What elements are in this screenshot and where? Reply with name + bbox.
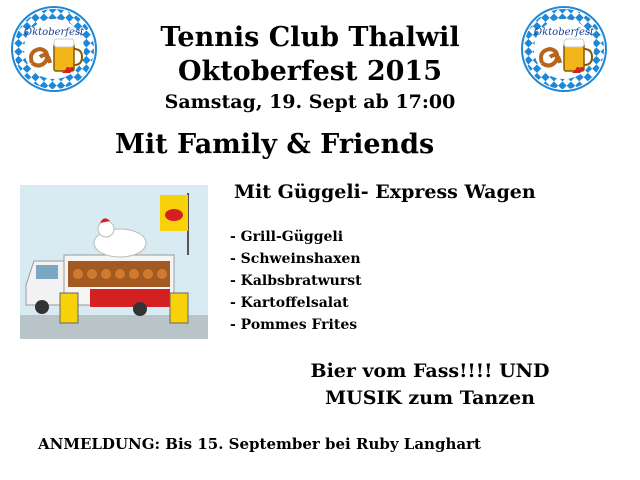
drinks-line: Bier vom Fass!!!! UND (310, 360, 550, 382)
family-subtitle: Mit Family & Friends (115, 129, 435, 160)
event-date: Samstag, 19. Sept ab 17:00 (164, 91, 456, 113)
menu-item: - Pommes Frites (230, 317, 358, 333)
music-line: MUSIK zum Tanzen (325, 387, 535, 409)
menu-item: - Kartoffelsalat (230, 295, 349, 311)
food-truck-photo (20, 185, 208, 339)
oktoberfest-logo-right: Oktoberfest (520, 5, 608, 93)
logo-text: Oktoberfest (534, 27, 595, 38)
club-title: Tennis Club Thalwil (160, 22, 460, 53)
registration-note: ANMELDUNG: Bis 15. September bei Ruby La… (38, 435, 481, 453)
menu-list: - Grill-Güggeli - Schweinshaxen - Kalbsb… (230, 226, 450, 336)
menu-item: - Schweinshaxen (230, 251, 361, 267)
event-title: Oktoberfest 2015 (177, 56, 442, 87)
menu-item: - Grill-Güggeli (230, 229, 344, 245)
wagon-heading: Mit Güggeli- Express Wagen (234, 181, 536, 203)
oktoberfest-logo-left: Oktoberfest (10, 5, 98, 93)
logo-text: Oktoberfest (24, 27, 85, 38)
menu-item: - Kalbsbratwurst (230, 273, 362, 289)
